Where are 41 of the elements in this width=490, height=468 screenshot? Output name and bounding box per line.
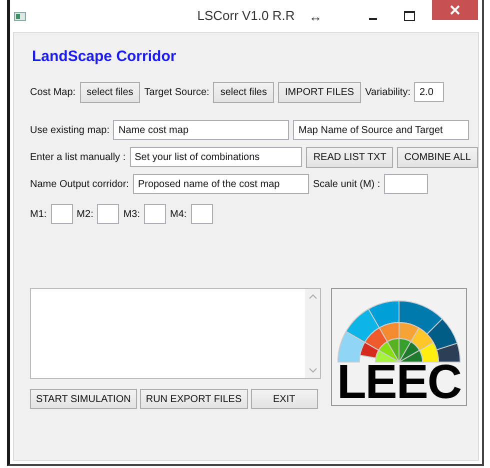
field-label: Name Output corridor: bbox=[30, 178, 129, 190]
log-area[interactable] bbox=[30, 288, 321, 379]
resize-glyph[interactable]: ↔ bbox=[309, 8, 322, 24]
input-field[interactable]: 2.0 bbox=[414, 82, 444, 102]
scroll-up-icon[interactable] bbox=[308, 294, 316, 299]
action-button[interactable]: COMBINE ALL bbox=[397, 146, 478, 168]
field-label: M1: bbox=[30, 208, 47, 220]
field-label: Target Source: bbox=[144, 86, 210, 98]
input-field[interactable]: Map Name of Source and Target bbox=[293, 120, 470, 140]
input-field[interactable] bbox=[190, 204, 213, 224]
input-field[interactable]: Proposed name of the cost map bbox=[132, 174, 309, 194]
input-field[interactable] bbox=[384, 174, 428, 194]
field-label: Variability: bbox=[365, 86, 410, 98]
minimize-icon bbox=[369, 18, 377, 20]
action-button[interactable]: EXIT bbox=[250, 389, 318, 409]
action-button[interactable]: IMPORT FILES bbox=[278, 82, 362, 102]
field-label: M4: bbox=[170, 208, 187, 220]
field-label: Enter a list manually : bbox=[30, 152, 126, 162]
app-icon bbox=[14, 12, 26, 20]
maximize-icon bbox=[404, 11, 414, 21]
field-label: Cost Map: bbox=[30, 86, 76, 98]
input-field[interactable] bbox=[97, 204, 120, 224]
field-label: M2: bbox=[76, 208, 94, 220]
action-button[interactable]: START SIMULATION bbox=[30, 389, 137, 409]
window-title: LSCorr V1.0 R.R bbox=[197, 8, 295, 23]
field-label: Use existing map: bbox=[30, 124, 110, 136]
action-button[interactable]: RUN EXPORT FILES bbox=[140, 389, 248, 409]
close-button[interactable] bbox=[432, 0, 478, 20]
close-icon bbox=[450, 5, 460, 15]
input-field[interactable] bbox=[50, 204, 73, 224]
scroll-down-icon[interactable] bbox=[308, 368, 316, 373]
field-label: M3: bbox=[123, 208, 140, 220]
input-field[interactable] bbox=[144, 204, 166, 224]
action-button[interactable]: select files bbox=[80, 82, 140, 102]
input-field[interactable]: Name cost map bbox=[113, 120, 290, 140]
input-field[interactable]: Set your list of combinations bbox=[130, 147, 302, 167]
field-label: Scale unit (M) : bbox=[312, 178, 380, 190]
logo-text: LEEC bbox=[336, 361, 461, 405]
app-heading: LandScape Corridor bbox=[32, 48, 178, 65]
action-button[interactable]: READ LIST TXT bbox=[306, 146, 394, 168]
action-button[interactable]: select files bbox=[213, 82, 274, 102]
